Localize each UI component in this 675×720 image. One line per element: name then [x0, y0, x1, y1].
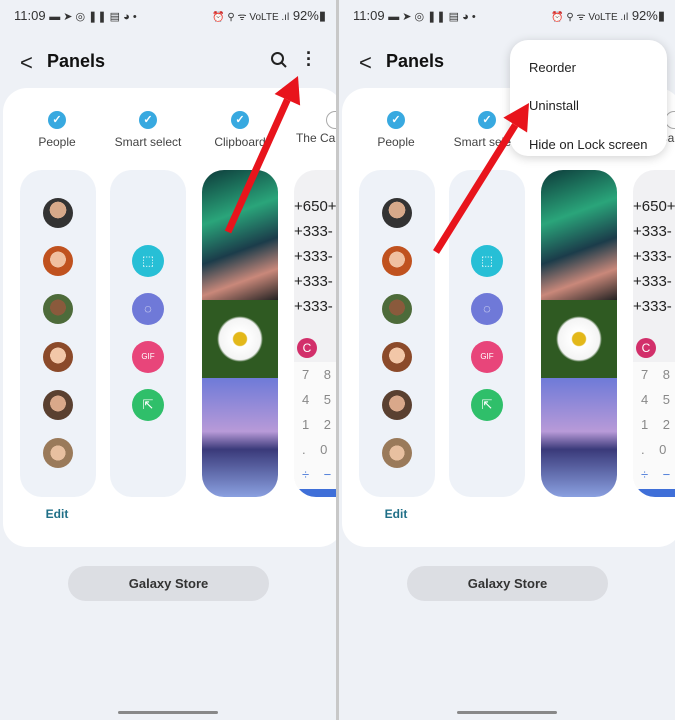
panels-screen: 11:09 ▬ ➤ ◎ ❚❚ ▤ ◕ • ⏰ ⚲ ᯤ VoLTE .ıl 92%…: [0, 0, 336, 720]
red-arrow-annotation: [224, 76, 301, 234]
panels-screen: 11:09 ▬ ➤ ◎ ❚❚ ▤ ◕ • ⏰ ⚲ ᯤ VoLTE .ıl 92%…: [339, 0, 675, 720]
red-arrow-annotation: [433, 103, 529, 254]
